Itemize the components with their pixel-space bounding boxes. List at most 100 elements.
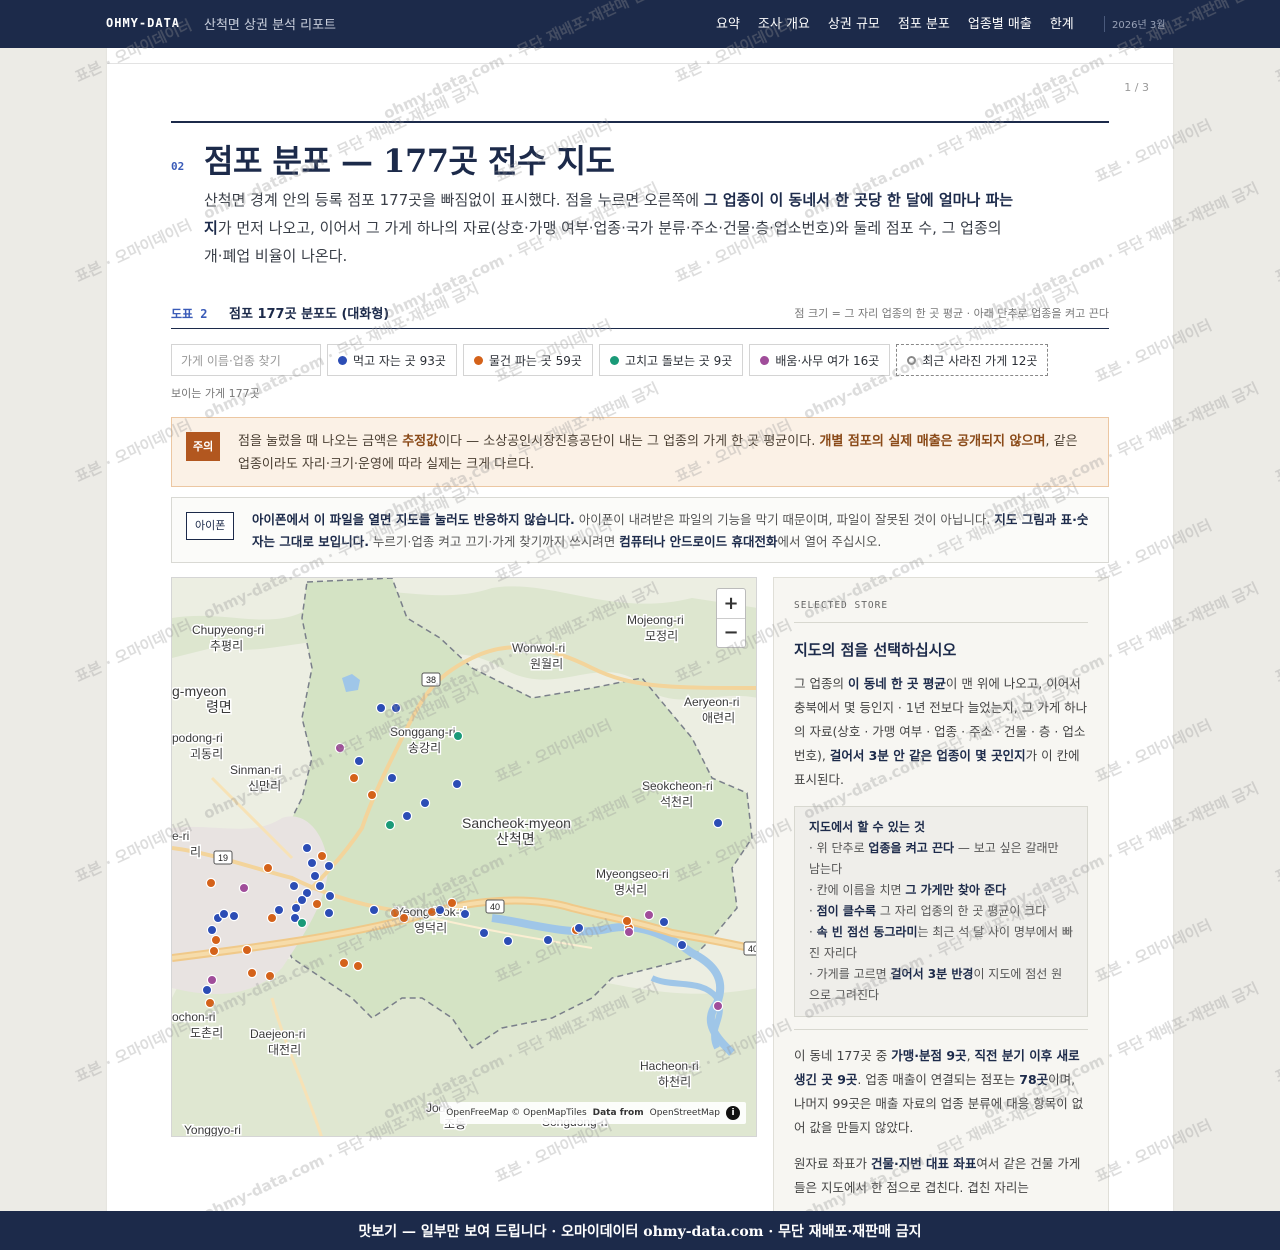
store-marker[interactable] xyxy=(205,877,217,889)
store-marker[interactable] xyxy=(712,817,724,829)
store-marker[interactable] xyxy=(296,894,308,906)
place-label-ko: 괴동리 xyxy=(190,747,223,761)
store-marker[interactable] xyxy=(398,912,410,924)
store-marker[interactable] xyxy=(228,910,240,922)
store-marker[interactable] xyxy=(419,797,431,809)
store-marker[interactable] xyxy=(262,862,274,874)
store-marker[interactable] xyxy=(623,926,635,938)
zoom-out-button[interactable]: − xyxy=(717,617,745,648)
store-marker[interactable] xyxy=(204,997,216,1009)
store-marker[interactable] xyxy=(366,789,378,801)
store-marker[interactable] xyxy=(301,842,313,854)
store-marker[interactable] xyxy=(401,810,413,822)
preview-banner: 맛보기 — 일부만 보여 드립니다 · 오마이데이터 ohmy-data.com… xyxy=(0,1211,1280,1250)
iphone-tag: 아이폰 xyxy=(186,512,235,540)
store-marker[interactable] xyxy=(218,908,230,920)
store-marker[interactable] xyxy=(542,934,554,946)
filter-education-leisure[interactable]: 배움·사무 여가 16곳 xyxy=(749,344,891,376)
store-marker[interactable] xyxy=(266,912,278,924)
store-marker[interactable] xyxy=(368,904,380,916)
nav-link-overview[interactable]: 조사 개요 xyxy=(758,13,810,32)
attribution-text[interactable]: OpenFreeMap © OpenMapTiles xyxy=(446,1108,586,1118)
store-marker[interactable] xyxy=(353,755,365,767)
place-label-ko: 산척면 xyxy=(496,832,535,848)
store-marker[interactable] xyxy=(390,702,402,714)
store-marker[interactable] xyxy=(375,702,387,714)
store-marker[interactable] xyxy=(676,939,688,951)
store-marker[interactable] xyxy=(452,730,464,742)
store-marker[interactable] xyxy=(208,945,220,957)
attribution-text[interactable]: OpenStreetMap xyxy=(650,1108,720,1118)
store-marker[interactable] xyxy=(502,935,514,947)
nav-link-summary[interactable]: 요약 xyxy=(716,13,740,32)
store-marker[interactable] xyxy=(459,908,471,920)
store-marker[interactable] xyxy=(434,904,446,916)
store-marker[interactable] xyxy=(238,882,250,894)
route-shield: 40 xyxy=(485,899,505,914)
info-icon[interactable]: i xyxy=(726,1106,740,1120)
store-map[interactable]: 38 19 40 40 Chupyeong-ri 추평리 Mojeong-ri 모정리… xyxy=(171,577,757,1137)
store-marker[interactable] xyxy=(389,907,401,919)
place-label-ko: 송강리 xyxy=(408,741,441,755)
filter-retail[interactable]: 물건 파는 곳 59곳 xyxy=(462,344,593,376)
filter-closed-stores[interactable]: 최근 사라진 가게 12곳 xyxy=(896,344,1049,376)
store-marker[interactable] xyxy=(446,897,458,909)
store-marker[interactable] xyxy=(273,904,285,916)
store-search-input[interactable]: 가게 이름·업종 찾기 xyxy=(171,344,321,376)
store-marker[interactable] xyxy=(288,880,300,892)
store-marker[interactable] xyxy=(306,857,318,869)
filter-label: 배움·사무 여가 16곳 xyxy=(775,353,880,368)
store-marker[interactable] xyxy=(451,778,463,790)
store-marker[interactable] xyxy=(658,916,670,928)
place-label-ko: 추평리 xyxy=(210,639,243,653)
store-marker[interactable] xyxy=(206,924,218,936)
store-marker[interactable] xyxy=(352,960,364,972)
place-label-en: Yonggyo-ri xyxy=(184,1123,241,1137)
store-marker[interactable] xyxy=(264,970,276,982)
report-title: 산척면 상권 분석 리포트 xyxy=(204,18,336,33)
place-label-ko: 대전리 xyxy=(268,1043,301,1057)
store-marker[interactable] xyxy=(241,944,253,956)
map-tips-box: 지도에서 할 수 있는 것 · 위 단추로 업종을 켜고 끈다 — 보고 싶은 … xyxy=(794,806,1088,1017)
place-label-ko: 도촌리 xyxy=(190,1026,223,1040)
nav-link-scale[interactable]: 상권 규모 xyxy=(828,13,880,32)
store-marker[interactable] xyxy=(643,909,655,921)
zoom-control: + − xyxy=(716,588,746,648)
store-marker[interactable] xyxy=(323,860,335,872)
store-marker[interactable] xyxy=(246,967,258,979)
store-marker[interactable] xyxy=(384,819,396,831)
nav-link-limits[interactable]: 한계 xyxy=(1050,13,1074,32)
store-marker[interactable] xyxy=(201,984,213,996)
map-attribution: OpenFreeMap © OpenMapTiles Data from Ope… xyxy=(440,1102,746,1124)
store-marker[interactable] xyxy=(334,742,346,754)
store-marker[interactable] xyxy=(338,957,350,969)
filter-repair-care[interactable]: 고치고 돌보는 곳 9곳 xyxy=(598,344,744,376)
store-marker[interactable] xyxy=(311,898,323,910)
store-marker[interactable] xyxy=(323,907,335,919)
map-canvas[interactable]: 38 19 40 40 Chupyeong-ri 추평리 Mojeong-ri 모정리… xyxy=(172,578,757,1137)
store-marker[interactable] xyxy=(316,850,328,862)
report-page: 1 / 3 02 점포 분포 — 177곳 전수 지도 산척면 경계 안의 등록… xyxy=(107,48,1173,1250)
store-marker[interactable] xyxy=(573,922,585,934)
nav-link-distribution[interactable]: 점포 분포 xyxy=(898,13,950,32)
panel-divider xyxy=(794,622,1088,623)
legend-dot-green xyxy=(609,355,619,365)
top-nav: OHMY-DATA 산척면 상권 분석 리포트 요약 조사 개요 상권 규모 점… xyxy=(0,0,1280,48)
route-number: 40 xyxy=(748,944,757,954)
store-marker[interactable] xyxy=(314,880,326,892)
filter-food-lodging[interactable]: 먹고 자는 곳 93곳 xyxy=(327,344,457,376)
nav-link-sales[interactable]: 업종별 매출 xyxy=(968,13,1032,32)
store-marker[interactable] xyxy=(290,902,302,914)
store-marker[interactable] xyxy=(296,917,308,929)
brand-logo[interactable]: OHMY-DATA xyxy=(106,16,180,30)
store-marker[interactable] xyxy=(478,927,490,939)
store-marker[interactable] xyxy=(206,974,218,986)
store-marker[interactable] xyxy=(621,915,633,927)
store-marker[interactable] xyxy=(348,772,360,784)
store-marker[interactable] xyxy=(712,1000,724,1012)
store-marker[interactable] xyxy=(210,934,222,946)
store-marker[interactable] xyxy=(309,870,321,882)
store-marker[interactable] xyxy=(386,772,398,784)
zoom-in-button[interactable]: + xyxy=(717,589,745,618)
store-marker[interactable] xyxy=(324,890,336,902)
